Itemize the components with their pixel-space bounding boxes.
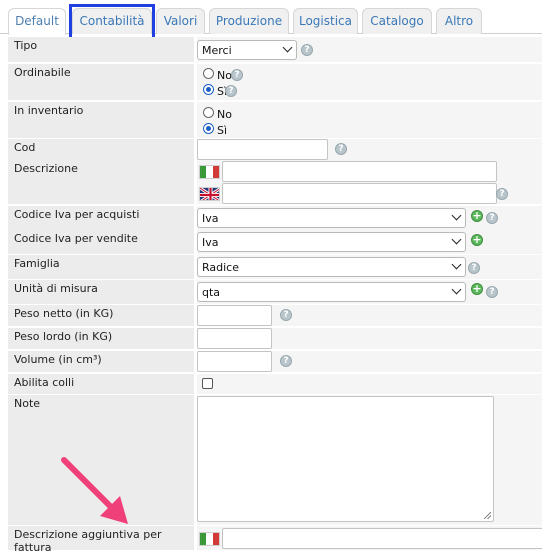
famiglia-label: Famiglia xyxy=(8,255,194,279)
chevron-down-icon xyxy=(282,42,293,53)
unita-select[interactable]: qta xyxy=(197,282,466,302)
row-ordinabile: Ordinabile No ? Sì ? xyxy=(8,64,542,100)
tab-logistica[interactable]: Logistica xyxy=(293,8,358,34)
help-icon[interactable]: ? xyxy=(486,212,498,224)
help-icon[interactable]: ? xyxy=(280,355,292,367)
help-icon[interactable]: ? xyxy=(335,143,347,155)
tab-catalogo[interactable]: Catalogo xyxy=(362,8,432,34)
row-peso-lordo: Peso lordo (in KG) xyxy=(8,328,542,349)
row-colli: Abilita colli xyxy=(8,374,542,394)
ordinabile-no-label: No xyxy=(217,69,232,82)
italy-flag-icon xyxy=(199,165,220,179)
row-iva-acquisti: Codice Iva per acquisti Iva + ? xyxy=(8,206,542,230)
cod-input[interactable] xyxy=(197,139,328,160)
row-inventario: In inventario No Sì xyxy=(8,102,542,138)
descrizione-it-input[interactable] xyxy=(222,161,497,182)
row-peso-netto: Peso netto (in KG) ? xyxy=(8,305,542,326)
peso-lordo-label: Peso lordo (in KG) xyxy=(8,328,194,349)
famiglia-select[interactable]: Radice xyxy=(197,257,466,277)
volume-label: Volume (in cm³) xyxy=(8,351,194,372)
tab-contabilita[interactable]: Contabilità xyxy=(72,8,152,34)
iva-vendite-select[interactable]: Iva xyxy=(197,232,466,252)
peso-netto-input[interactable] xyxy=(197,305,272,326)
row-cod: Cod ? xyxy=(8,139,542,160)
descrizione-en-input[interactable] xyxy=(222,183,497,204)
tab-bar: Default Contabilità Valori Produzione Lo… xyxy=(0,0,542,35)
resize-handle[interactable] xyxy=(484,512,491,519)
row-tipo: Tipo Merci ? xyxy=(8,37,542,62)
tab-altro[interactable]: Altro xyxy=(436,8,482,34)
add-icon[interactable]: + xyxy=(471,283,483,295)
help-icon[interactable]: ? xyxy=(301,44,313,56)
peso-netto-label: Peso netto (in KG) xyxy=(8,305,194,326)
cod-label: Cod xyxy=(8,139,194,160)
inventario-si-label: Sì xyxy=(217,124,228,137)
ordinabile-no-radio[interactable] xyxy=(203,68,214,79)
peso-lordo-input[interactable] xyxy=(197,328,272,349)
uk-flag-icon xyxy=(199,187,220,201)
chevron-down-icon xyxy=(451,234,462,245)
help-icon[interactable]: ? xyxy=(280,309,292,321)
row-famiglia: Famiglia Radice ? xyxy=(8,255,542,279)
italy-flag-icon xyxy=(199,532,220,546)
colli-checkbox[interactable] xyxy=(202,378,213,389)
inventario-label: In inventario xyxy=(8,102,194,138)
unita-label: Unità di misura xyxy=(8,280,194,304)
volume-input[interactable] xyxy=(197,351,272,372)
ordinabile-si-radio[interactable] xyxy=(203,84,214,95)
iva-acquisti-select[interactable]: Iva xyxy=(197,208,466,228)
tab-produzione[interactable]: Produzione xyxy=(209,8,289,34)
inventario-no-label: No xyxy=(217,108,232,121)
chevron-down-icon xyxy=(451,210,462,221)
row-unita: Unità di misura qta + ? xyxy=(8,280,542,304)
chevron-down-icon xyxy=(451,284,462,295)
tipo-label: Tipo xyxy=(8,37,194,62)
help-icon[interactable]: ? xyxy=(225,85,237,97)
inventario-no-radio[interactable] xyxy=(203,107,214,118)
note-textarea[interactable] xyxy=(197,396,494,522)
tab-default[interactable]: Default xyxy=(8,8,66,35)
iva-vendite-label: Codice Iva per vendite xyxy=(8,230,194,254)
add-icon[interactable]: + xyxy=(471,210,483,222)
tipo-select[interactable]: Merci xyxy=(197,40,297,60)
help-icon[interactable]: ? xyxy=(486,286,498,298)
colli-label: Abilita colli xyxy=(8,374,194,394)
ordinabile-label: Ordinabile xyxy=(8,64,194,100)
annotation-arrow-icon xyxy=(61,457,128,524)
descrizione-label: Descrizione xyxy=(8,160,194,204)
iva-acquisti-label: Codice Iva per acquisti xyxy=(8,206,194,230)
chevron-down-icon xyxy=(451,259,462,270)
help-icon[interactable]: ? xyxy=(468,262,480,274)
inventario-si-radio[interactable] xyxy=(203,123,214,134)
help-icon[interactable]: ? xyxy=(496,188,508,200)
desc-fattura-input[interactable] xyxy=(222,528,542,549)
row-iva-vendite: Codice Iva per vendite Iva + xyxy=(8,230,542,254)
help-icon[interactable]: ? xyxy=(231,69,243,81)
row-descrizione: Descrizione ? xyxy=(8,160,542,204)
row-volume: Volume (in cm³) ? xyxy=(8,351,542,372)
add-icon[interactable]: + xyxy=(471,234,483,246)
tab-valori[interactable]: Valori xyxy=(156,8,205,34)
